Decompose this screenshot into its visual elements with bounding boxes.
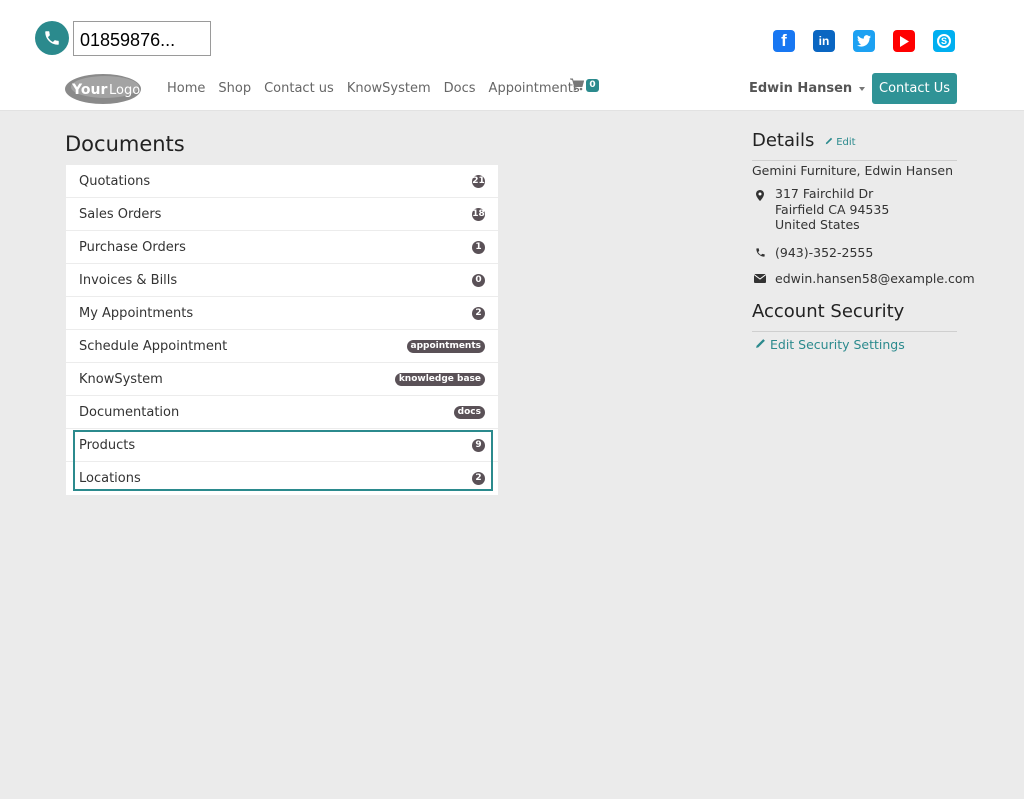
address-line: Fairfield CA 94535 <box>775 201 890 217</box>
tag-badge: knowledge base <box>394 372 485 386</box>
doc-row-quotations[interactable]: Quotations 21 <box>66 165 498 198</box>
doc-row-label: Documentation <box>79 404 180 420</box>
doc-row-label: Locations <box>79 471 141 486</box>
edit-security-label: Edit Security Settings <box>769 337 905 352</box>
edit-label: Edit <box>836 137 856 148</box>
details-title: Details <box>752 130 815 151</box>
tag-badge: docs <box>453 405 485 419</box>
count-badge: 2 <box>472 306 485 320</box>
doc-row-label: Products <box>79 437 136 453</box>
contact-email: edwin.hansen58@example.com <box>775 271 975 286</box>
doc-row-label: My Appointments <box>79 305 194 321</box>
contact-us-button[interactable]: Contact Us <box>872 73 957 104</box>
main-nav: Home Shop Contact us KnowSystem Docs App… <box>167 81 593 96</box>
count-badge: 9 <box>472 438 485 452</box>
documents-title: Documents <box>65 132 185 156</box>
doc-row-sales-orders[interactable]: Sales Orders 18 <box>66 198 498 231</box>
doc-row-documentation[interactable]: Documentation docs <box>66 396 498 429</box>
envelope-icon <box>754 274 766 283</box>
doc-row-products[interactable]: Products 9 <box>66 429 498 462</box>
svg-text:Your: Your <box>71 82 107 98</box>
chevron-down-icon <box>859 86 866 91</box>
svg-text:Logo: Logo <box>109 83 140 98</box>
doc-row-label: Schedule Appointment <box>79 338 228 354</box>
your-logo[interactable]: Your Logo <box>64 73 142 105</box>
count-badge: 18 <box>472 207 485 221</box>
top-header: 01859876... f in S Your Logo Home Shop C… <box>0 0 1024 111</box>
edit-details-link[interactable]: Edit <box>825 137 856 148</box>
phone-number-field[interactable]: 01859876... <box>73 21 211 56</box>
tag-badge: appointments <box>406 339 485 353</box>
doc-row-label: Quotations <box>79 173 151 189</box>
address-block: 317 Fairchild Dr Fairfield CA 94535 Unit… <box>775 186 889 233</box>
documents-list: Quotations 21 Sales Orders 18 Purchase O… <box>66 165 498 495</box>
nav-knowsystem[interactable]: KnowSystem <box>347 81 431 96</box>
nav-contact-us[interactable]: Contact us <box>264 81 334 96</box>
doc-row-label: Invoices & Bills <box>79 272 178 288</box>
doc-row-label: KnowSystem <box>79 371 163 387</box>
pencil-icon <box>756 339 765 348</box>
user-name: Edwin Hansen <box>749 81 853 96</box>
cart-icon[interactable] <box>570 78 584 91</box>
skype-icon[interactable]: S <box>933 30 955 52</box>
nav-home[interactable]: Home <box>167 81 205 96</box>
company-line: Gemini Furniture, Edwin Hansen <box>752 163 953 178</box>
cart-count-badge: 0 <box>586 79 599 92</box>
phone-small-icon <box>756 248 765 257</box>
count-badge: 2 <box>472 472 485 485</box>
contact-phone: (943)-352-2555 <box>775 245 874 260</box>
twitter-icon[interactable] <box>853 30 875 52</box>
nav-shop[interactable]: Shop <box>218 81 251 96</box>
doc-row-schedule-appointment[interactable]: Schedule Appointment appointments <box>66 330 498 363</box>
doc-row-my-appointments[interactable]: My Appointments 2 <box>66 297 498 330</box>
doc-row-purchase-orders[interactable]: Purchase Orders 1 <box>66 231 498 264</box>
divider <box>752 160 957 161</box>
divider <box>752 331 957 332</box>
edit-security-settings-link[interactable]: Edit Security Settings <box>755 337 905 352</box>
count-badge: 1 <box>472 240 485 254</box>
account-security-title: Account Security <box>752 301 905 322</box>
doc-row-label: Purchase Orders <box>79 239 186 255</box>
doc-row-invoices-bills[interactable]: Invoices & Bills 0 <box>66 264 498 297</box>
nav-docs[interactable]: Docs <box>444 81 476 96</box>
map-marker-icon <box>756 190 764 201</box>
nav-appointments[interactable]: Appointments <box>489 81 580 96</box>
doc-row-label: Sales Orders <box>79 206 162 222</box>
doc-row-locations[interactable]: Locations 2 <box>66 462 498 495</box>
phone-icon[interactable] <box>35 21 69 55</box>
linkedin-icon[interactable]: in <box>813 30 835 52</box>
count-badge: 0 <box>472 273 485 287</box>
facebook-icon[interactable]: f <box>773 30 795 52</box>
pencil-icon <box>825 137 833 145</box>
doc-row-knowsystem[interactable]: KnowSystem knowledge base <box>66 363 498 396</box>
youtube-icon[interactable] <box>893 30 915 52</box>
user-menu[interactable]: Edwin Hansen <box>749 81 866 96</box>
count-badge: 21 <box>472 174 485 188</box>
address-line: 317 Fairchild Dr <box>775 186 874 201</box>
address-line: United States <box>775 217 860 232</box>
